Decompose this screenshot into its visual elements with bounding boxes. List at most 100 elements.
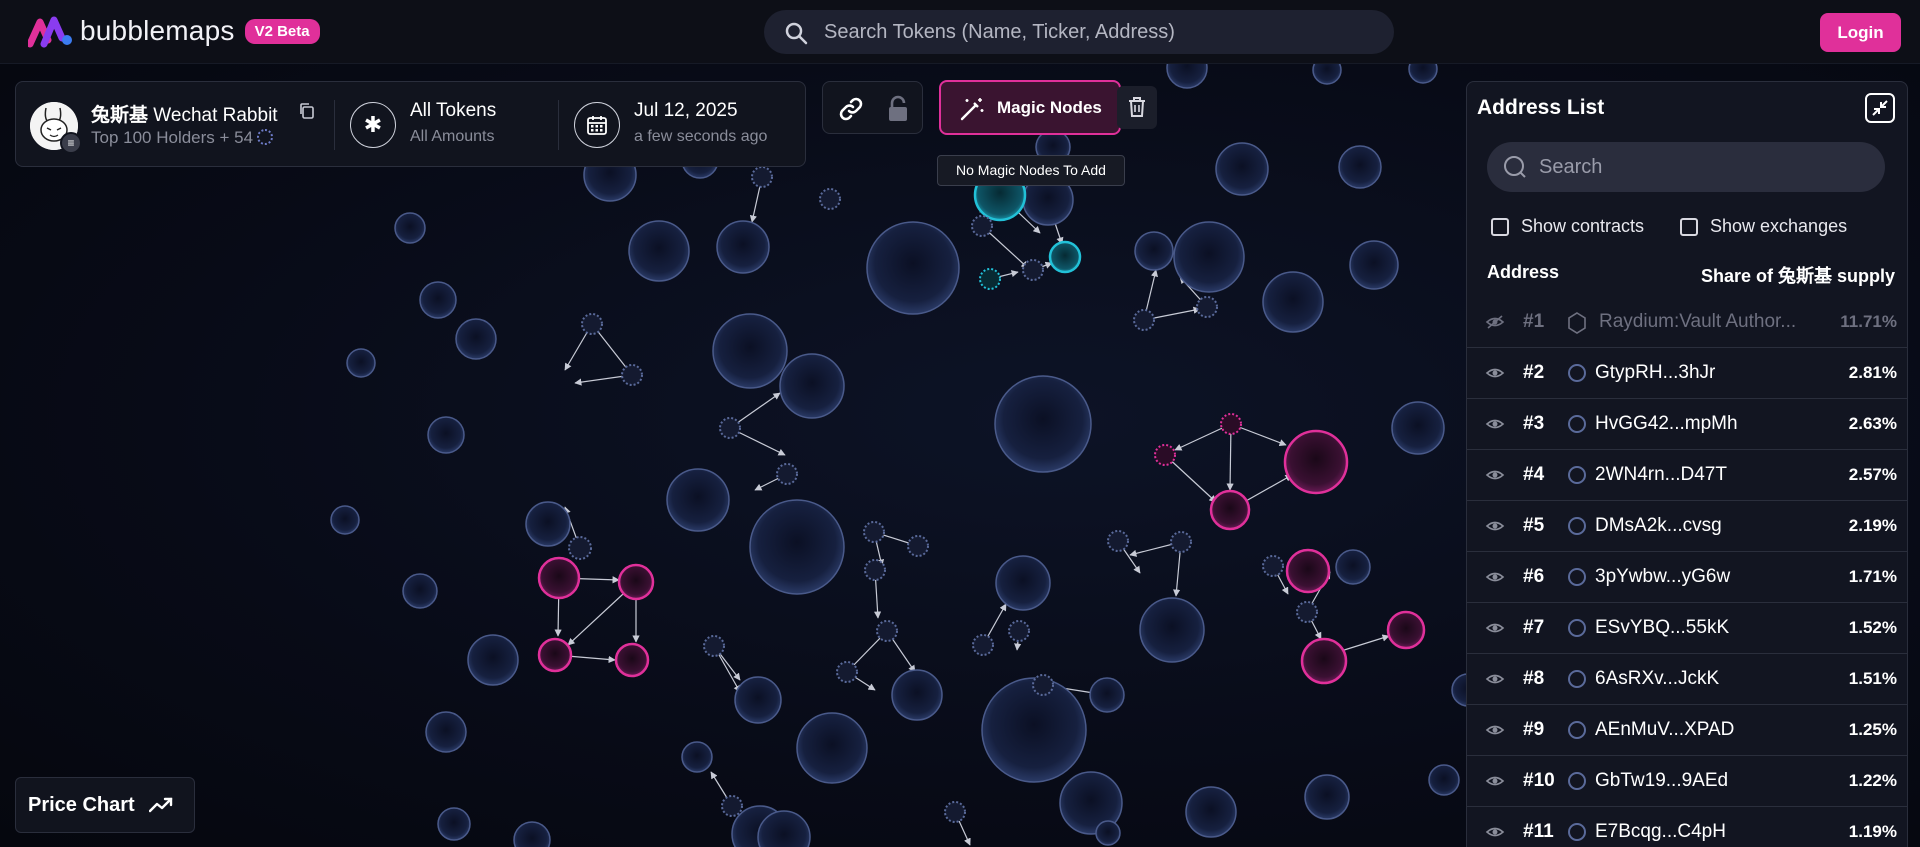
bubble-node-small[interactable] (863, 521, 885, 543)
bubble-node-pink[interactable] (1283, 429, 1349, 495)
bubble-node[interactable] (419, 281, 457, 319)
bubble-node[interactable] (346, 348, 376, 378)
address-row[interactable]: #2 GtypRH...3hJr 2.81% (1467, 348, 1907, 399)
bubble-node-small[interactable] (1262, 555, 1284, 577)
bubble-node[interactable] (734, 676, 782, 724)
bubble-node-small[interactable] (719, 417, 741, 439)
address-value[interactable]: HvGG42...mpMh (1595, 413, 1738, 435)
bubble-node[interactable] (1215, 142, 1269, 196)
bubble-node[interactable] (1185, 786, 1237, 838)
calendar-icon[interactable] (574, 102, 620, 148)
bubble-node-small[interactable] (751, 166, 773, 188)
bubble-node-small[interactable] (568, 536, 592, 560)
bubble-node[interactable] (712, 313, 788, 389)
eye-icon[interactable] (1485, 518, 1505, 534)
collapse-panel-button[interactable] (1865, 93, 1895, 123)
bubble-node[interactable] (427, 416, 465, 454)
login-button[interactable]: Login (1820, 13, 1901, 52)
bubble-node[interactable] (995, 555, 1051, 611)
address-row[interactable]: #3 HvGG42...mpMh 2.63% (1467, 399, 1907, 450)
bubble-node-small[interactable] (721, 795, 743, 817)
bubble-node-small[interactable] (864, 559, 886, 581)
bubble-node-pink[interactable] (537, 637, 573, 673)
link-icon[interactable] (837, 95, 865, 123)
bubble-node-pink[interactable] (1300, 637, 1348, 685)
magic-nodes-button[interactable]: Magic Nodes (939, 80, 1121, 135)
bubble-node-pink[interactable] (1209, 489, 1251, 531)
address-search-bar[interactable] (1487, 142, 1885, 192)
bubble-node[interactable] (1304, 774, 1350, 820)
eye-off-icon[interactable] (1485, 314, 1505, 330)
eye-icon[interactable] (1485, 773, 1505, 789)
bubble-node-small[interactable] (1296, 601, 1318, 623)
bubble-node[interactable] (716, 220, 770, 274)
bubble-node[interactable] (437, 807, 471, 841)
bubble-node[interactable] (994, 375, 1092, 473)
address-row[interactable]: #9 AEnMuV...XPAD 1.25% (1467, 705, 1907, 756)
show-contracts-checkbox[interactable] (1491, 217, 1509, 236)
eye-icon[interactable] (1485, 722, 1505, 738)
bubble-node[interactable] (467, 634, 519, 686)
asterisk-icon[interactable]: ✱ (350, 102, 396, 148)
bubble-node-small[interactable] (1133, 309, 1155, 331)
bubble-node[interactable] (513, 821, 551, 847)
bubble-node[interactable] (1173, 221, 1245, 293)
address-row[interactable]: #5 DMsA2k...cvsg 2.19% (1467, 501, 1907, 552)
token-search-bar[interactable] (764, 10, 1394, 54)
address-row[interactable]: #4 2WN4rn...D47T 2.57% (1467, 450, 1907, 501)
bubble-node[interactable] (455, 318, 497, 360)
bubble-node[interactable] (1262, 271, 1324, 333)
address-value[interactable]: 2WN4rn...D47T (1595, 464, 1727, 486)
address-value[interactable]: 6AsRXv...JckK (1595, 668, 1719, 690)
token-avatar[interactable]: ≡ (30, 102, 82, 154)
bubble-node-small[interactable] (776, 463, 798, 485)
lock-icon[interactable] (885, 95, 911, 123)
bubble-node[interactable] (425, 711, 467, 753)
bubble-node-pink[interactable] (617, 563, 655, 601)
bubble-node-small[interactable] (1008, 620, 1030, 642)
bubble-node-small[interactable] (703, 635, 725, 657)
eye-icon[interactable] (1485, 416, 1505, 432)
bubble-node[interactable] (1335, 549, 1371, 585)
bubble-node-small[interactable] (1032, 674, 1054, 696)
bubble-node-small[interactable] (944, 801, 966, 823)
bubble-node[interactable] (1428, 764, 1460, 796)
filter-title[interactable]: All Tokens (410, 100, 496, 122)
bubble-node[interactable] (1089, 677, 1125, 713)
bubble-node[interactable] (330, 505, 360, 535)
bubble-node-cyan[interactable] (1048, 240, 1082, 274)
bubble-node-small[interactable] (972, 634, 994, 656)
bubble-node[interactable] (796, 712, 868, 784)
bubble-node-small-cyan[interactable] (979, 268, 1001, 290)
bubble-node-pink[interactable] (1386, 610, 1426, 650)
bubble-node[interactable] (779, 353, 845, 419)
copy-icon[interactable] (298, 102, 316, 120)
bubble-node[interactable] (402, 573, 438, 609)
bubble-node-small[interactable] (907, 535, 929, 557)
show-exchanges-checkbox[interactable] (1680, 217, 1698, 236)
bubble-node[interactable] (1338, 145, 1382, 189)
date-title[interactable]: Jul 12, 2025 (634, 100, 738, 122)
bubble-node[interactable] (1134, 231, 1174, 271)
bubble-node-pink[interactable] (1285, 548, 1331, 594)
bubble-node[interactable] (1391, 401, 1445, 455)
bubble-node-small[interactable] (1022, 259, 1044, 281)
bubble-node-small[interactable] (621, 364, 643, 386)
holders-label[interactable]: Top 100 Holders + 54 (91, 128, 274, 148)
bubble-node[interactable] (891, 669, 943, 721)
price-chart-button[interactable]: Price Chart (15, 777, 195, 833)
bubble-node[interactable] (525, 501, 571, 547)
address-row[interactable]: #1 Raydium:Vault Author... 11.71% (1467, 297, 1907, 348)
bubble-node-small[interactable] (1170, 531, 1192, 553)
bubble-node-small[interactable] (1107, 530, 1129, 552)
bubble-node[interactable] (1408, 64, 1438, 84)
bubble-node[interactable] (1312, 64, 1342, 85)
address-value[interactable]: E7Bcqg...C4pH (1595, 821, 1726, 843)
address-row[interactable]: #7 ESvYBQ...55kK 1.52% (1467, 603, 1907, 654)
address-row[interactable]: #6 3pYwbw...yG6w 1.71% (1467, 552, 1907, 603)
address-value[interactable]: GbTw19...9AEd (1595, 770, 1728, 792)
address-value[interactable]: GtypRH...3hJr (1595, 362, 1715, 384)
bubble-node-small[interactable] (1196, 296, 1218, 318)
bubble-node-small[interactable] (581, 313, 603, 335)
eye-icon[interactable] (1485, 467, 1505, 483)
